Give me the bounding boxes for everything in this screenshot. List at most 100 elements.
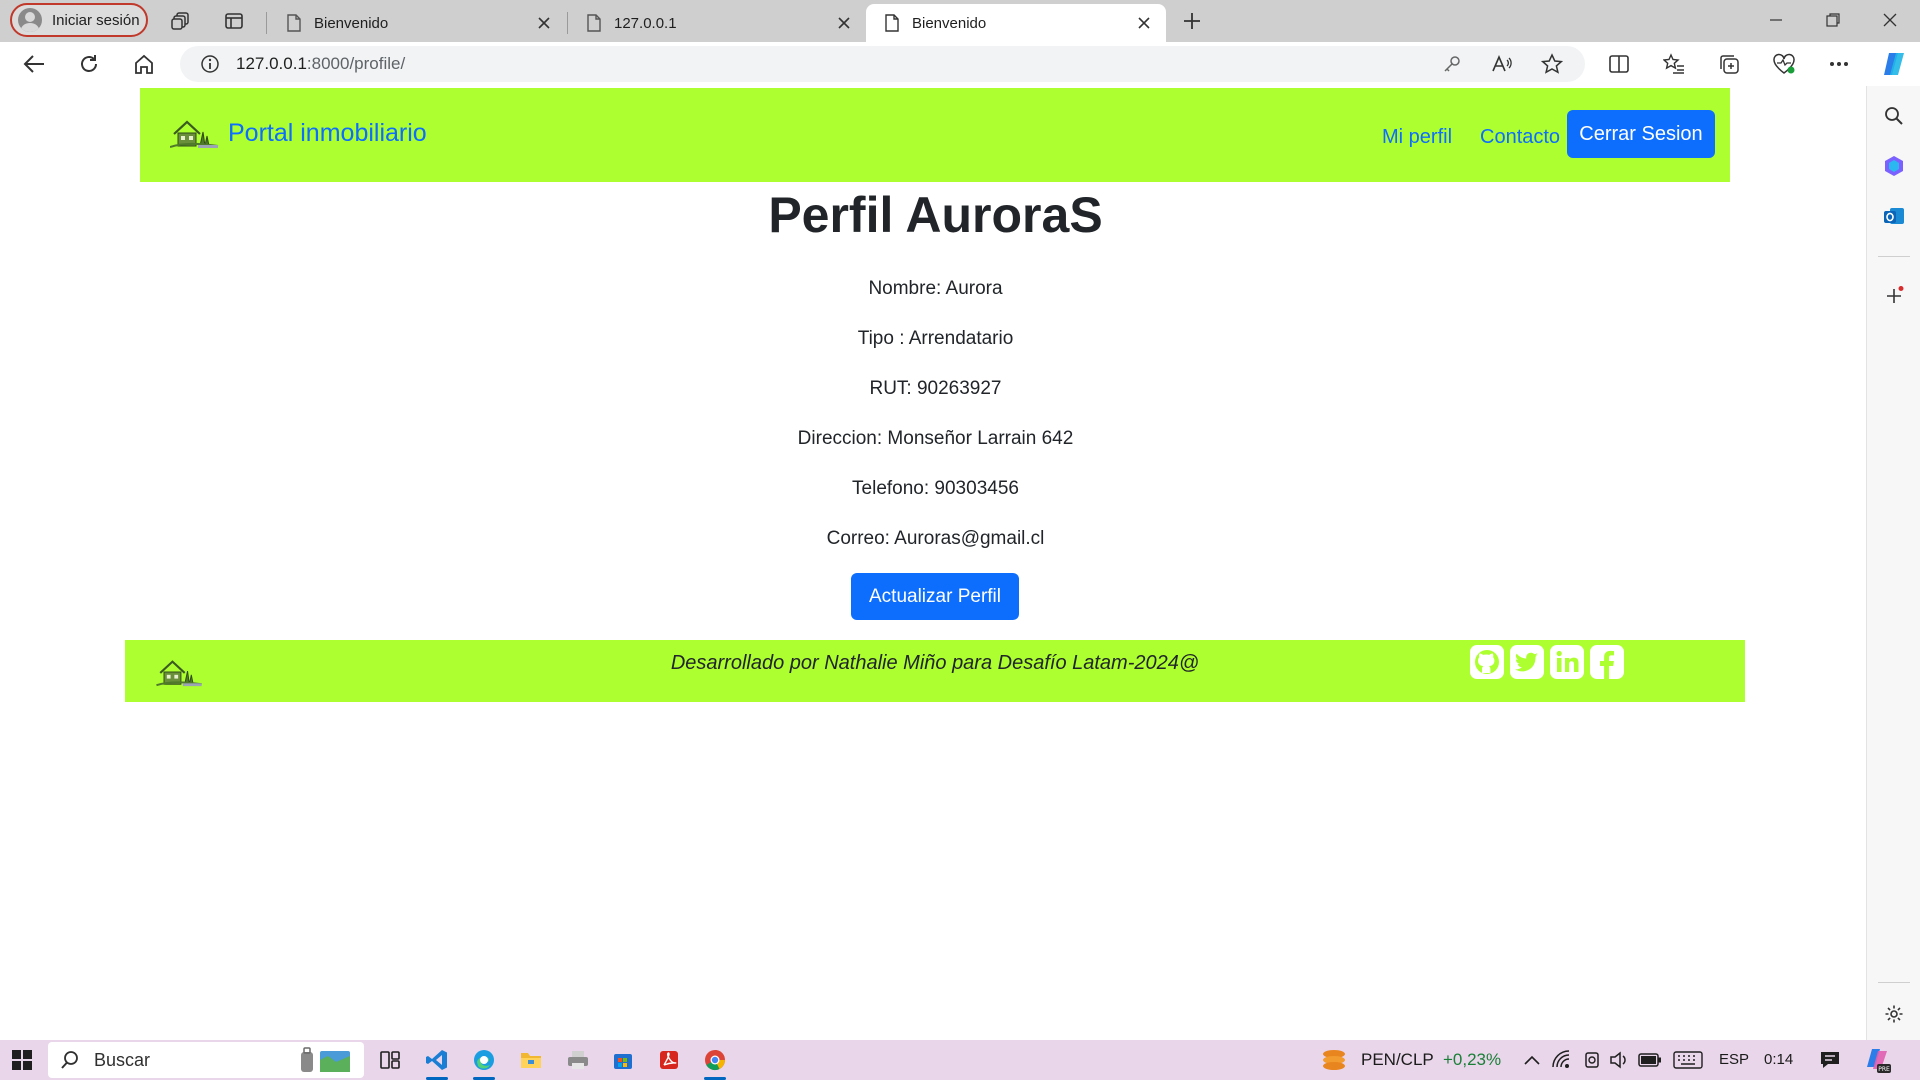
show-hidden-icons-button[interactable] [1518,1046,1546,1074]
site-navbar: Portal inmobiliario Mi perfil Contacto C… [140,88,1730,182]
printer-icon [568,1051,588,1069]
windows-taskbar: Buscar PEN/CLP +0,23% ESP 0:14 PRE [0,1040,1920,1080]
github-icon[interactable] [1469,644,1505,680]
sidebar-settings-button[interactable] [1880,1000,1908,1028]
network-status[interactable] [1548,1046,1576,1074]
taskbar-edge[interactable] [470,1046,498,1074]
plus-icon [1887,286,1904,303]
house-logo-icon [170,120,219,148]
ticker-name[interactable]: PEN/CLP [1361,1050,1434,1070]
workspaces-icon [171,12,189,30]
brand-link[interactable]: Portal inmobiliario [170,116,427,150]
gear-icon [1885,1005,1903,1023]
logout-button[interactable]: Cerrar Sesion [1567,110,1715,158]
task-view-button[interactable] [376,1046,404,1074]
restore-button[interactable] [1805,0,1861,40]
profile-signin-button[interactable]: Iniciar sesión [10,3,148,37]
store-icon [614,1054,632,1069]
ticker-change[interactable]: +0,23% [1443,1050,1501,1070]
close-window-button[interactable] [1862,0,1918,40]
page-icon [885,14,899,32]
url-path: :8000/profile/ [306,54,406,73]
key-icon [1444,56,1460,72]
new-tab-button[interactable] [1175,5,1209,37]
address-bar[interactable]: 127.0.0.1:8000/profile/ [180,46,1585,82]
page-title: Perfil AuroraS [768,187,1103,243]
battery-status[interactable] [1636,1046,1664,1074]
taskbar-microsoft-store[interactable] [609,1046,637,1074]
tab-close-button[interactable] [834,13,854,33]
volume-control[interactable] [1606,1046,1634,1074]
more-icon [1830,62,1848,66]
facebook-icon[interactable] [1589,644,1625,680]
taskbar-acrobat[interactable] [655,1046,683,1074]
favorite-button[interactable] [1537,50,1567,78]
tab-close-button[interactable] [1134,13,1154,33]
sidebar-add-button[interactable] [1880,282,1908,310]
profile-field-rut: RUT: 90263927 [869,378,1002,399]
workspaces-button[interactable] [164,5,198,37]
tab-close-button[interactable] [534,13,554,33]
tab-127-0-0-1[interactable]: 127.0.0.1 [568,4,866,42]
update-profile-button[interactable]: Actualizar Perfil [851,573,1019,620]
taskbar-search-placeholder: Buscar [94,1049,151,1070]
taskbar-chrome[interactable] [701,1046,729,1074]
arrow-left-icon [23,55,44,73]
device-status[interactable] [1578,1046,1606,1074]
read-aloud-button[interactable] [1487,50,1517,78]
minimize-button[interactable] [1748,0,1804,40]
battery-icon [1638,1053,1661,1067]
tab-label: Bienvenido [912,14,987,32]
sidebar-search-button[interactable] [1880,102,1908,130]
sidebar-outlook-button[interactable] [1880,202,1908,230]
split-screen-button[interactable] [1601,47,1637,81]
favorites-button[interactable] [1656,47,1692,81]
clock-time[interactable]: 0:14 [1764,1051,1793,1068]
back-button[interactable] [16,47,52,81]
wifi-icon [1552,1050,1570,1068]
currency-coins-icon [1323,1050,1345,1070]
page-viewport: Portal inmobiliario Mi perfil Contacto C… [5,86,1866,1040]
collections-button[interactable] [1711,47,1747,81]
speaker-icon [1610,1051,1626,1069]
profile-field-nombre: Nombre: Aurora [868,278,1003,299]
browser-essentials-button[interactable] [1766,47,1802,81]
tab-separator [266,12,267,34]
travel-search-highlight-icon [301,1047,350,1072]
site-info-icon[interactable] [200,54,220,74]
tab-bienvenido-1[interactable]: Bienvenido [268,4,566,42]
search-icon [61,1051,78,1069]
taskbar-search-box[interactable]: Buscar [48,1042,364,1078]
favorites-list-icon [1663,53,1684,74]
tab-bienvenido-active[interactable]: Bienvenido [866,4,1166,42]
copilot-preview-button[interactable]: PRE [1864,1046,1892,1074]
reload-button[interactable] [71,47,107,81]
linkedin-icon[interactable] [1549,644,1585,680]
taskbar-app-printer[interactable] [564,1046,592,1074]
start-button[interactable] [8,1046,36,1074]
touch-keyboard-button[interactable] [1672,1046,1704,1074]
taskbar-file-explorer[interactable] [517,1046,545,1074]
close-icon [1138,17,1150,29]
home-button[interactable] [126,47,162,81]
taskbar-vscode[interactable] [423,1046,451,1074]
chrome-icon [705,1050,726,1071]
tab-actions-button[interactable] [217,5,251,37]
notifications-button[interactable] [1816,1046,1844,1074]
page-icon [287,14,301,32]
nav-link-contacto[interactable]: Contacto [1480,126,1560,149]
input-language[interactable]: ESP [1719,1051,1749,1068]
nav-link-mi-perfil[interactable]: Mi perfil [1382,126,1452,149]
outlook-icon [1884,208,1904,224]
split-screen-icon [1609,55,1629,73]
settings-menu-button[interactable] [1821,47,1857,81]
twitter-icon[interactable] [1509,644,1545,680]
svg-text:PRE: PRE [1878,1066,1890,1073]
ticker-widget-icon[interactable] [1320,1046,1348,1074]
password-key-button[interactable] [1437,50,1467,78]
edge-icon [474,1050,494,1070]
sidebar-copilot-button[interactable] [1880,152,1908,180]
tab-label: Bienvenido [314,14,389,32]
url-host: 127.0.0.1 [236,54,307,73]
copilot-button[interactable] [1876,47,1912,81]
